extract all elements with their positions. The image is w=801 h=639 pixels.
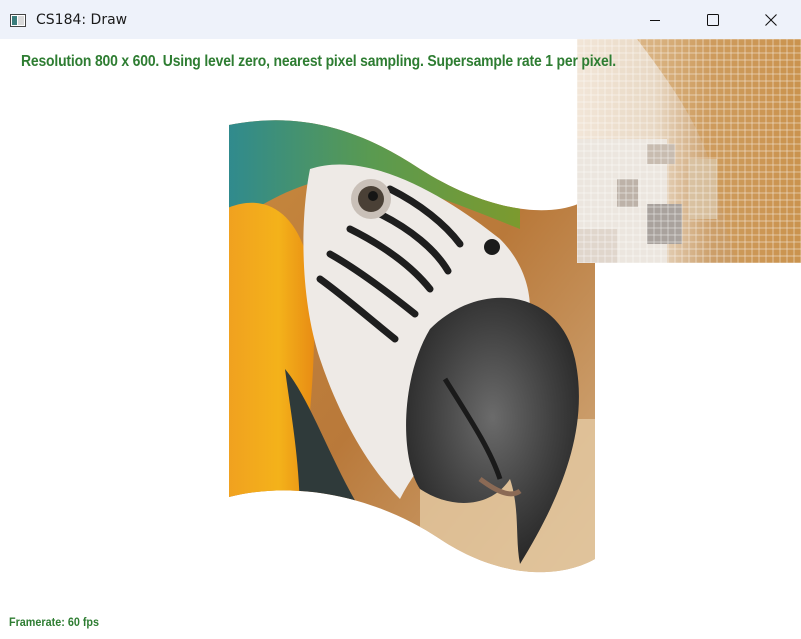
- close-icon: [765, 13, 777, 26]
- minimize-button[interactable]: [632, 0, 678, 39]
- close-button[interactable]: [748, 0, 794, 39]
- maximize-button[interactable]: [690, 0, 736, 39]
- status-text: Resolution 800 x 600. Using level zero, …: [21, 53, 616, 70]
- framerate-text: Framerate: 60 fps: [9, 615, 100, 629]
- title-bar[interactable]: CS184: Draw: [0, 0, 801, 39]
- window-title: CS184: Draw: [36, 12, 128, 28]
- maximize-icon: [707, 13, 719, 26]
- app-window: CS184: Draw Resolution 800 x 600. Using …: [0, 0, 801, 639]
- minimize-icon: [649, 14, 661, 26]
- app-window-icon: [10, 12, 26, 27]
- pixel-zoom-inset: [577, 39, 801, 263]
- render-canvas[interactable]: Resolution 800 x 600. Using level zero, …: [0, 39, 801, 639]
